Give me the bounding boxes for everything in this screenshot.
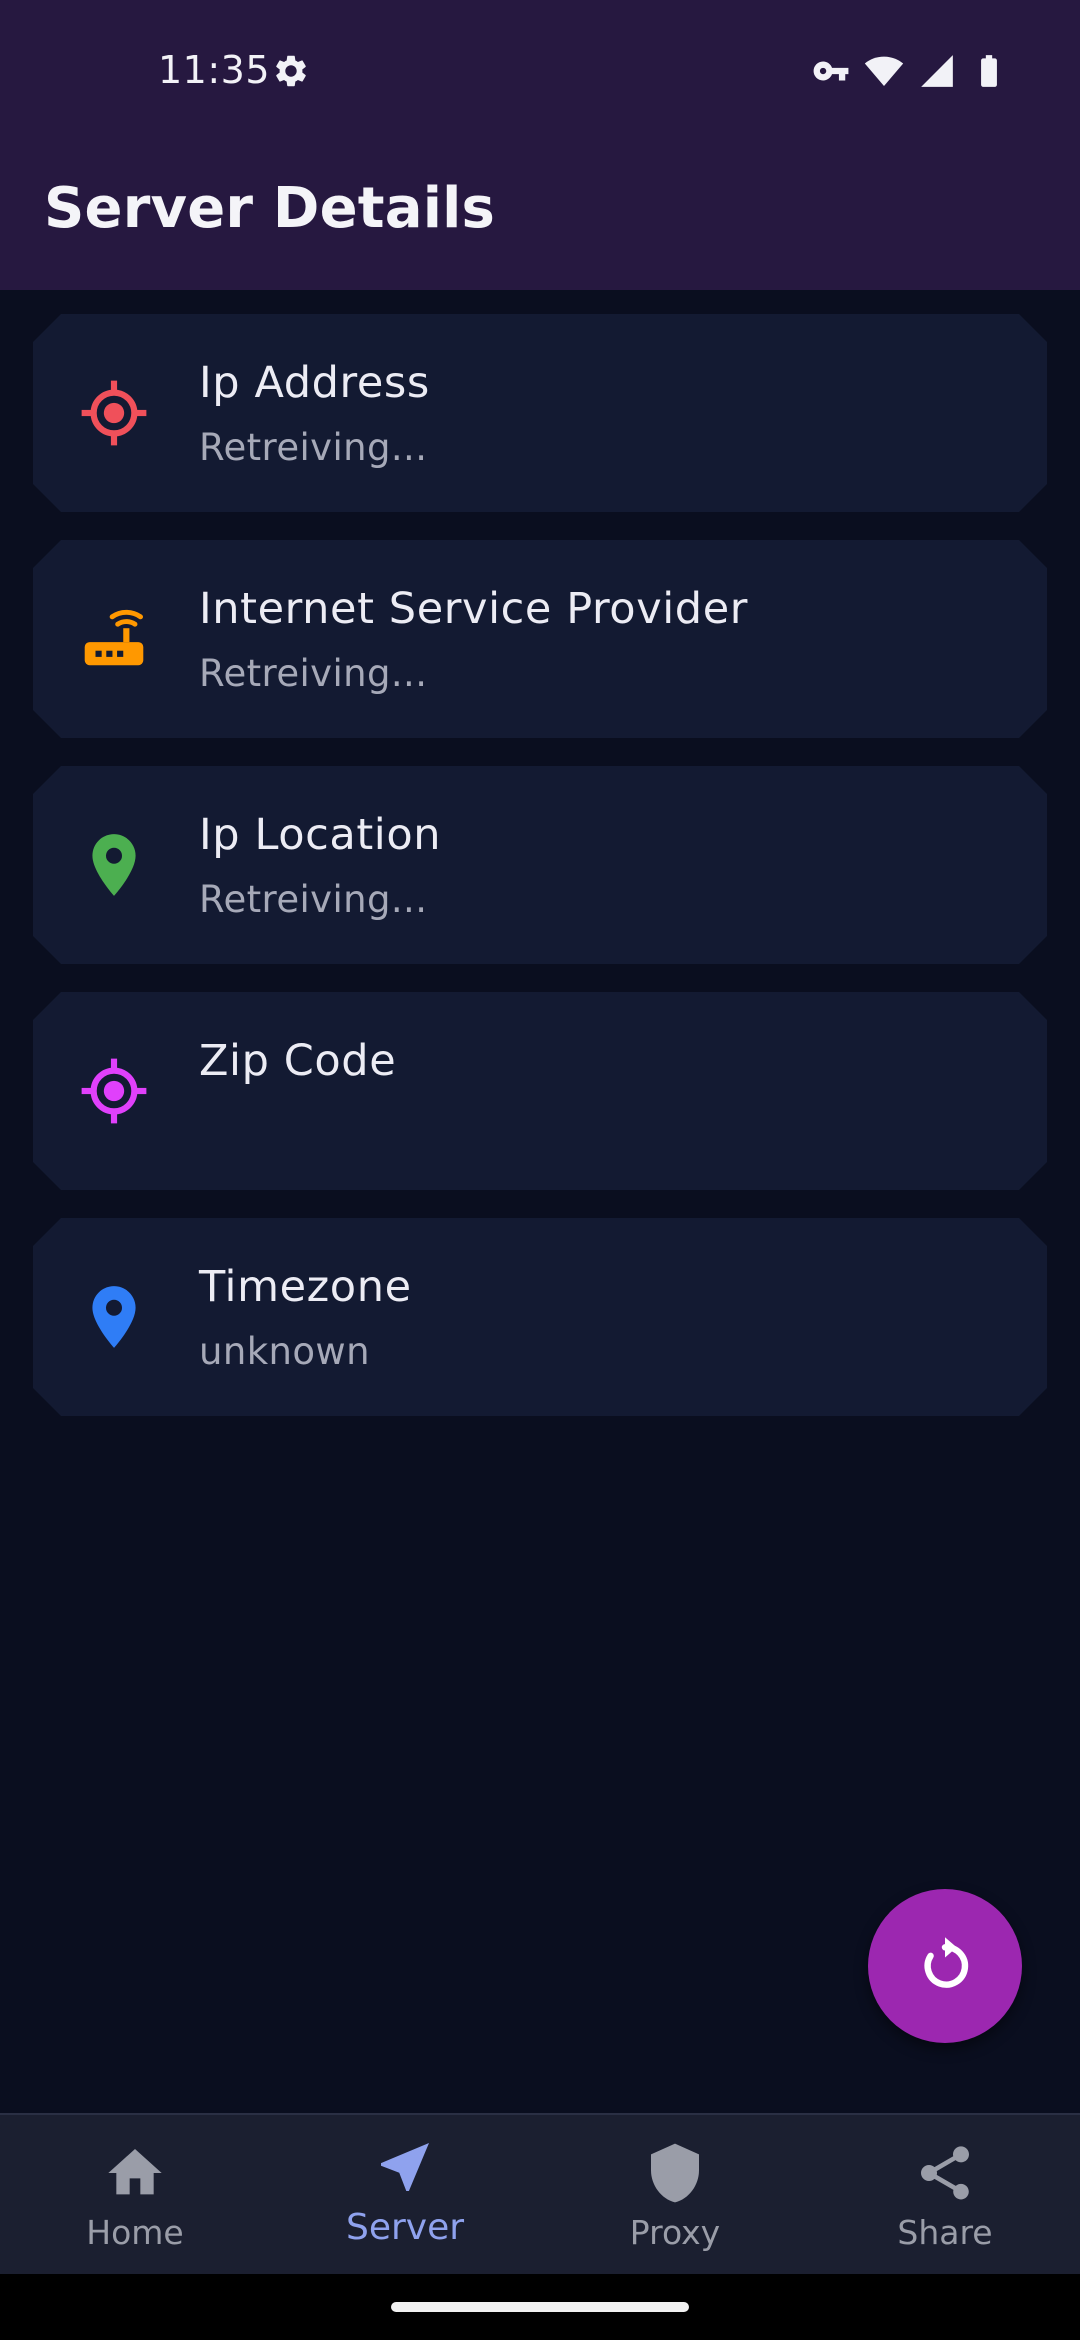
card-value: Retreiving... <box>199 426 428 469</box>
signal-icon <box>918 52 956 90</box>
nav-item-home[interactable]: Home <box>0 2115 270 2276</box>
router-icon <box>77 602 151 676</box>
gps-target-icon <box>77 376 151 450</box>
settings-gear-icon <box>272 52 310 90</box>
nav-item-share[interactable]: Share <box>810 2115 1080 2276</box>
timezone-card[interactable]: Timezone unknown <box>33 1218 1047 1416</box>
vpn-key-icon <box>812 52 850 90</box>
top-app-bar: 11:35 Server Details <box>0 0 1080 290</box>
ip-address-card[interactable]: Ip Address Retreiving... <box>33 314 1047 512</box>
location-pin-icon <box>77 828 151 902</box>
nav-label: Server <box>345 2207 465 2248</box>
card-value: unknown <box>199 1330 370 1373</box>
battery-icon <box>970 52 1008 90</box>
card-title: Timezone <box>199 1262 412 1312</box>
nav-item-server[interactable]: Server <box>270 2115 540 2276</box>
home-icon <box>103 2141 167 2205</box>
wifi-icon <box>864 51 904 91</box>
home-gesture-handle[interactable] <box>391 2302 689 2312</box>
status-bar: 11:35 <box>0 0 1080 140</box>
card-title: Ip Address <box>199 358 430 408</box>
nav-item-proxy[interactable]: Proxy <box>540 2115 810 2276</box>
refresh-button[interactable] <box>868 1889 1022 2043</box>
card-value: Retreiving... <box>199 652 428 695</box>
navigation-arrow-icon <box>373 2135 437 2199</box>
card-value: Retreiving... <box>199 878 428 921</box>
ip-location-card[interactable]: Ip Location Retreiving... <box>33 766 1047 964</box>
gps-target-icon <box>77 1054 151 1128</box>
nav-label: Home <box>86 2213 184 2252</box>
card-title: Ip Location <box>199 810 442 860</box>
bottom-navigation: Home Server Proxy Share <box>0 2113 1080 2276</box>
card-title: Internet Service Provider <box>199 584 749 634</box>
location-pin-icon <box>77 1280 151 1354</box>
isp-card[interactable]: Internet Service Provider Retreiving... <box>33 540 1047 738</box>
shield-icon <box>643 2141 707 2205</box>
server-details-list: Ip Address Retreiving... Internet Servic… <box>33 314 1047 1444</box>
nav-label: Proxy <box>629 2213 721 2252</box>
status-time: 11:35 <box>158 48 271 92</box>
share-icon <box>913 2141 977 2205</box>
nav-label: Share <box>897 2213 993 2252</box>
refresh-icon <box>913 1934 977 1998</box>
page-title: Server Details <box>44 176 496 241</box>
status-icons <box>812 52 1008 90</box>
system-gesture-area <box>0 2274 1080 2340</box>
zip-code-card[interactable]: Zip Code <box>33 992 1047 1190</box>
card-title: Zip Code <box>199 1036 397 1086</box>
